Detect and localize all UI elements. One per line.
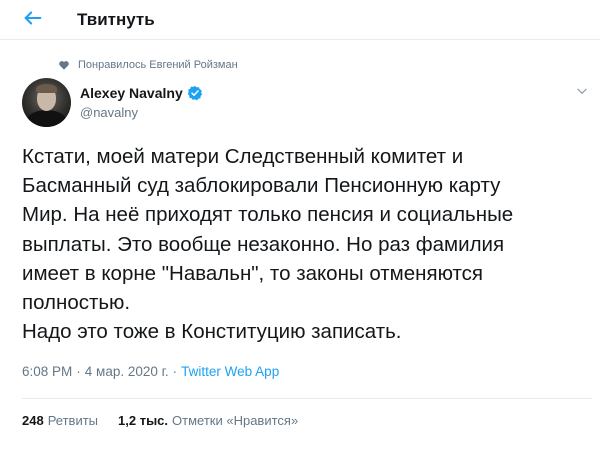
meta-separator: ·: [172, 364, 178, 379]
back-button[interactable]: [22, 7, 48, 31]
arrow-left-icon: [22, 11, 44, 33]
tweet-line: Мир. На неё приходят только пенсия и соц…: [22, 203, 514, 227]
author-name-link[interactable]: Alexey Navalny: [80, 85, 203, 101]
tweet-line: полностью.: [22, 291, 131, 315]
social-context: Понравилось Евгений Ройзман: [58, 58, 238, 72]
top-bar: Твитнуть: [0, 0, 600, 40]
tweet-source-link[interactable]: Twitter Web App: [181, 364, 279, 379]
tweet-line: Надо это тоже в Конституцию записать.: [22, 320, 402, 344]
retweets-stat[interactable]: 248 Ретвиты: [22, 413, 98, 428]
likes-label: Отметки «Нравится»: [172, 413, 299, 428]
tweet-time[interactable]: 6:08 PM: [22, 364, 72, 379]
more-options-button[interactable]: [575, 84, 589, 98]
liked-by-text[interactable]: Понравилось Евгений Ройзман: [78, 59, 238, 71]
verified-badge-icon: [187, 85, 203, 101]
tweet-date[interactable]: 4 мар. 2020 г.: [85, 364, 169, 379]
tweet-text: Кстати, моей матери Следственный комитет…: [22, 142, 592, 346]
meta-separator: ·: [76, 364, 81, 379]
page-title: Твитнуть: [77, 10, 155, 29]
tweet-stats: 248 Ретвиты 1,2 тыс. Отметки «Нравится»: [22, 413, 298, 428]
author-name: Alexey Navalny: [80, 85, 183, 101]
avatar[interactable]: [22, 78, 71, 127]
heart-icon: [58, 59, 70, 71]
retweets-label: Ретвиты: [47, 413, 99, 428]
tweet-line: имеет в корне "Навальн", то законы отмен…: [22, 261, 484, 285]
author-handle[interactable]: @navalny: [80, 105, 138, 120]
tweet-metadata: 6:08 PM · 4 мар. 2020 г. · Twitter Web A…: [22, 364, 279, 379]
likes-stat[interactable]: 1,2 тыс. Отметки «Нравится»: [118, 413, 298, 428]
likes-count: 1,2 тыс.: [118, 413, 169, 428]
retweets-count: 248: [22, 413, 44, 428]
tweet-line: выплаты. Это вообще незаконно. Но раз фа…: [22, 232, 505, 256]
tweet-line: Басманный суд заблокировали Пенсионную к…: [22, 174, 501, 198]
tweet-line: Кстати, моей матери Следственный комитет…: [22, 145, 464, 168]
divider: [22, 398, 592, 399]
chevron-down-icon: [575, 85, 589, 102]
